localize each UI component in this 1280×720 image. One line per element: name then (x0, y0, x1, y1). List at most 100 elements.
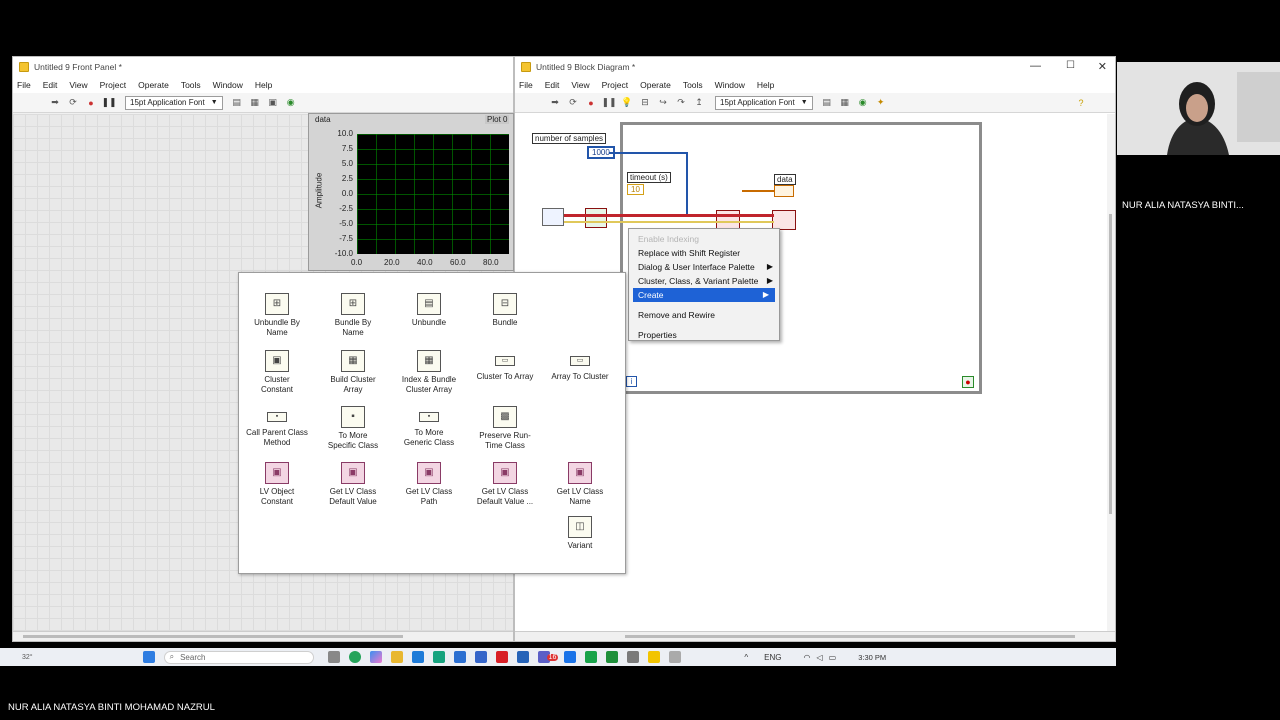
resize-objects-icon[interactable]: ▣ (267, 97, 279, 109)
vscode-icon[interactable] (474, 651, 487, 663)
daq-task-icon[interactable] (542, 208, 564, 226)
wifi-icon[interactable]: ◠ (804, 653, 811, 662)
menu-operate[interactable]: Operate (640, 80, 671, 90)
daq-read-vi-icon[interactable] (716, 210, 740, 230)
retain-wire-values-icon[interactable]: ⊟ (639, 97, 651, 109)
menu-edit[interactable]: Edit (545, 80, 560, 90)
distribute-objects-icon[interactable]: ▦ (839, 97, 851, 109)
abort-icon[interactable]: ● (585, 97, 597, 109)
taskbar-search[interactable]: ⌕ Search (163, 650, 314, 664)
menu-help[interactable]: Help (255, 80, 272, 90)
menu-item-remove-rewire[interactable]: Remove and Rewire (629, 308, 779, 322)
menu-tools[interactable]: Tools (181, 80, 201, 90)
excel-like-icon[interactable] (585, 651, 598, 663)
file-explorer-icon[interactable] (390, 651, 403, 663)
daq-stop-vi-icon[interactable] (772, 210, 796, 230)
menu-project[interactable]: Project (602, 80, 628, 90)
wire-error[interactable] (564, 221, 774, 223)
data-indicator-label[interactable]: data (774, 174, 796, 185)
start-icon[interactable] (142, 651, 155, 663)
participant-video[interactable] (1117, 62, 1280, 155)
language-indicator[interactable]: ENG (764, 653, 781, 662)
reorder-icon[interactable]: ◉ (285, 97, 297, 109)
clean-up-diagram-icon[interactable]: ✦ (875, 97, 887, 109)
abort-icon[interactable]: ● (85, 97, 97, 109)
step-out-icon[interactable]: ↥ (693, 97, 705, 109)
wire-task[interactable] (564, 214, 774, 217)
palette-item[interactable]: ◫ Variant (542, 516, 618, 551)
copilot-icon[interactable] (369, 651, 382, 663)
outlook-icon[interactable] (516, 651, 529, 663)
app-icon[interactable] (669, 651, 682, 663)
timeout-constant[interactable]: 10 (627, 184, 644, 195)
close-icon[interactable]: ✕ (1098, 60, 1107, 73)
plot-legend[interactable]: Plot 0 (485, 115, 510, 124)
volume-icon[interactable]: ◁ (816, 653, 822, 662)
block-diagram-titlebar[interactable]: Untitled 9 Block Diagram * — ☐ ✕ (515, 57, 1115, 77)
palette-item[interactable]: ▣ Cluster Constant (239, 350, 315, 395)
maximize-icon[interactable]: ☐ (1066, 60, 1075, 71)
palette-item[interactable]: ⊞ Bundle By Name (315, 293, 391, 338)
menu-item-dialog-ui-palette[interactable]: Dialog & User Interface Palette ▶ (629, 260, 779, 274)
palette-item[interactable]: ▭ Array To Cluster (542, 350, 618, 382)
palette-item[interactable]: ▩ Preserve Run- Time Class (467, 406, 543, 451)
menu-file[interactable]: File (519, 80, 533, 90)
menu-edit[interactable]: Edit (43, 80, 58, 90)
menu-view[interactable]: View (571, 80, 589, 90)
scroll-thumb[interactable] (1109, 214, 1112, 514)
loop-iteration-terminal[interactable]: i (626, 376, 637, 387)
palette-item[interactable]: ▣ Get LV Class Default Value ... (467, 462, 543, 507)
align-objects-icon[interactable]: ▤ (821, 97, 833, 109)
store-icon[interactable] (453, 651, 466, 663)
font-selector[interactable]: 15pt Application Font ▼ (125, 95, 223, 110)
align-objects-icon[interactable]: ▤ (231, 97, 243, 109)
samples-label[interactable]: number of samples (532, 133, 607, 144)
taskbar-clock[interactable]: 3:30 PM (858, 653, 886, 662)
menu-help[interactable]: Help (757, 80, 774, 90)
palette-item[interactable]: ▭ Cluster To Array (467, 350, 543, 382)
menu-operate[interactable]: Operate (138, 80, 169, 90)
browser-icon[interactable] (432, 651, 445, 663)
run-arrow-icon[interactable]: ➡ (549, 97, 561, 109)
loop-stop-terminal[interactable]: ● (962, 376, 974, 388)
telegram-icon[interactable] (564, 651, 577, 663)
run-continuously-icon[interactable]: ⟳ (567, 97, 579, 109)
run-continuously-icon[interactable]: ⟳ (67, 97, 79, 109)
scroll-thumb[interactable] (625, 635, 1075, 638)
task-view-icon[interactable] (327, 651, 340, 663)
timeout-label[interactable]: timeout (s) (627, 172, 671, 183)
font-selector[interactable]: 15pt Application Font ▼ (715, 95, 813, 110)
front-panel-hscroll[interactable] (13, 631, 513, 641)
menu-view[interactable]: View (69, 80, 87, 90)
palette-item[interactable]: ⊟ Bundle (467, 293, 543, 328)
run-arrow-icon[interactable]: ➡ (49, 97, 61, 109)
calculator-icon[interactable] (627, 651, 640, 663)
palette-item[interactable]: ▤ Unbundle (391, 293, 467, 328)
battery-icon[interactable]: ▭ (829, 653, 837, 662)
palette-item[interactable]: ▪ To More Specific Class (315, 406, 391, 451)
block-diagram-vscroll[interactable] (1107, 114, 1115, 631)
front-panel-titlebar[interactable]: Untitled 9 Front Panel * (13, 57, 513, 77)
wire-data[interactable] (742, 190, 774, 192)
palette-item[interactable]: ▣ Get LV Class Name (542, 462, 618, 507)
menu-item-replace-shift-register[interactable]: Replace with Shift Register (629, 246, 779, 260)
reorder-icon[interactable]: ◉ (857, 97, 869, 109)
graph-plot-area[interactable] (357, 134, 509, 254)
menu-item-create[interactable]: Create ▶ (633, 288, 775, 302)
menu-window[interactable]: Window (213, 80, 243, 90)
scroll-thumb[interactable] (23, 635, 403, 638)
pause-icon[interactable]: ❚❚ (101, 97, 116, 109)
waveform-graph[interactable]: data Plot 0 Amplitude 10.0 7.5 5.0 2.5 0.0 -2… (308, 113, 514, 271)
palette-item[interactable]: ▣ LV Object Constant (239, 462, 315, 507)
help-icon[interactable]: ? (1075, 97, 1087, 109)
menu-item-properties[interactable]: Properties (629, 328, 779, 342)
menu-window[interactable]: Window (715, 80, 745, 90)
step-over-icon[interactable]: ↷ (675, 97, 687, 109)
highlight-execution-icon[interactable]: 💡 (621, 97, 633, 109)
palette-item[interactable]: ▣ Get LV Class Default Value (315, 462, 391, 507)
menu-tools[interactable]: Tools (683, 80, 703, 90)
palette-item[interactable]: ▦ Index & Bundle Cluster Array (391, 350, 467, 395)
wire-samples-vertical[interactable] (686, 152, 688, 216)
palette-item[interactable]: ▣ Get LV Class Path (391, 462, 467, 507)
menu-file[interactable]: File (17, 80, 31, 90)
